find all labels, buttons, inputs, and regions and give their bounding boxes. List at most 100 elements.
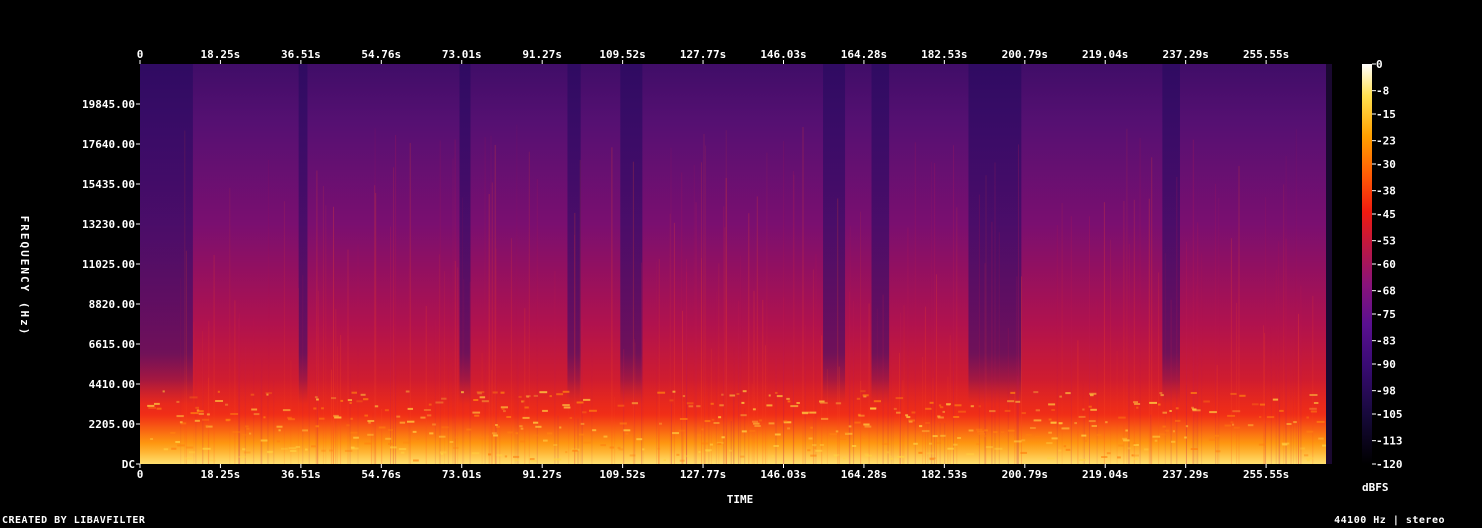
- harmonic: [711, 418, 715, 421]
- harmonic: [407, 407, 413, 410]
- harmonic: [1232, 410, 1241, 413]
- harmonic: [740, 414, 747, 417]
- harmonic: [1192, 409, 1201, 412]
- y-tick-label: 11025.00: [82, 258, 135, 271]
- harmonic: [1010, 391, 1016, 394]
- harmonic: [246, 427, 250, 430]
- harmonic: [225, 403, 229, 406]
- harmonic: [713, 422, 720, 424]
- streak: [1283, 184, 1285, 464]
- harmonic: [865, 454, 873, 457]
- harmonic: [617, 404, 625, 407]
- harmonic: [1088, 420, 1096, 423]
- streak: [705, 145, 706, 464]
- streak: [393, 167, 395, 465]
- harmonic: [819, 444, 824, 446]
- harmonic: [1048, 418, 1052, 421]
- streak: [1218, 198, 1220, 464]
- harmonic: [1313, 402, 1319, 404]
- harmonic: [176, 400, 180, 403]
- harmonic: [1015, 400, 1021, 403]
- harmonic: [976, 428, 983, 431]
- quiet-band: [459, 64, 471, 404]
- streak: [1298, 313, 1299, 464]
- streak: [315, 367, 317, 464]
- harmonic: [225, 418, 231, 421]
- harmonic: [925, 407, 932, 410]
- harmonic: [663, 459, 666, 461]
- streak: [325, 205, 327, 464]
- harmonic: [947, 447, 954, 450]
- harmonic: [776, 395, 783, 398]
- harmonic: [260, 439, 268, 442]
- streak: [1285, 238, 1287, 464]
- harmonic: [1232, 423, 1235, 426]
- streak: [792, 170, 794, 464]
- streak: [1295, 128, 1297, 464]
- streak: [337, 346, 338, 464]
- harmonic: [251, 408, 258, 411]
- harmonic: [374, 405, 379, 408]
- harmonic: [578, 433, 584, 436]
- y-tick-label: 15435.00: [82, 178, 135, 191]
- x-axis-bottom: 0 18.25s 36.51s 54.76s 73.01s 91.27s 109.52s 12…: [137, 464, 1289, 481]
- streak: [1263, 325, 1265, 464]
- harmonic: [939, 406, 944, 409]
- colorbar-tick-label: -15: [1376, 108, 1396, 121]
- harmonic: [438, 435, 446, 438]
- streak: [462, 197, 463, 464]
- streak: [238, 318, 240, 464]
- harmonic: [672, 432, 679, 435]
- harmonic: [202, 418, 210, 421]
- streak: [611, 147, 613, 465]
- streak: [208, 320, 210, 464]
- harmonic: [400, 451, 405, 454]
- streak: [701, 258, 702, 464]
- harmonic: [535, 425, 542, 428]
- harmonic: [696, 405, 701, 408]
- harmonic: [858, 414, 865, 417]
- streak: [447, 350, 449, 464]
- harmonic: [642, 448, 645, 451]
- colorbar-tick-label: -8: [1376, 85, 1389, 98]
- harmonic: [378, 426, 386, 429]
- streak: [783, 141, 785, 464]
- streak: [718, 263, 720, 464]
- streak: [849, 225, 851, 464]
- harmonic: [1091, 425, 1097, 427]
- streak: [577, 418, 579, 464]
- harmonic: [290, 450, 297, 452]
- harmonic: [741, 401, 745, 404]
- streak: [723, 206, 725, 464]
- harmonic: [206, 413, 210, 416]
- harmonic: [882, 442, 890, 445]
- streak: [1216, 364, 1218, 464]
- harmonic: [472, 411, 481, 414]
- x-tick-label: 73.01s: [442, 48, 482, 61]
- x-tick-label: 0: [137, 48, 144, 61]
- harmonic: [278, 429, 281, 432]
- harmonic: [1065, 448, 1071, 451]
- harmonic: [978, 405, 981, 408]
- streak: [693, 164, 695, 465]
- colorbar-tick-label: -38: [1376, 185, 1396, 198]
- x-tick-label: 0: [137, 468, 144, 481]
- streak: [469, 281, 471, 464]
- harmonic: [569, 417, 573, 419]
- harmonic: [532, 434, 540, 437]
- harmonic: [429, 432, 434, 435]
- harmonic: [492, 391, 498, 394]
- harmonic: [603, 435, 608, 438]
- harmonic: [314, 396, 318, 399]
- harmonic: [1306, 416, 1309, 419]
- harmonic: [388, 442, 393, 445]
- x-tick-label: 18.25s: [201, 468, 241, 481]
- harmonic: [829, 433, 838, 436]
- harmonic: [1058, 449, 1062, 452]
- streak: [1070, 216, 1072, 464]
- harmonic: [679, 459, 685, 462]
- y-axis-label: FREQUENCY (Hz): [18, 216, 31, 337]
- streak: [1300, 285, 1302, 464]
- streak: [317, 290, 319, 464]
- harmonic: [305, 448, 308, 451]
